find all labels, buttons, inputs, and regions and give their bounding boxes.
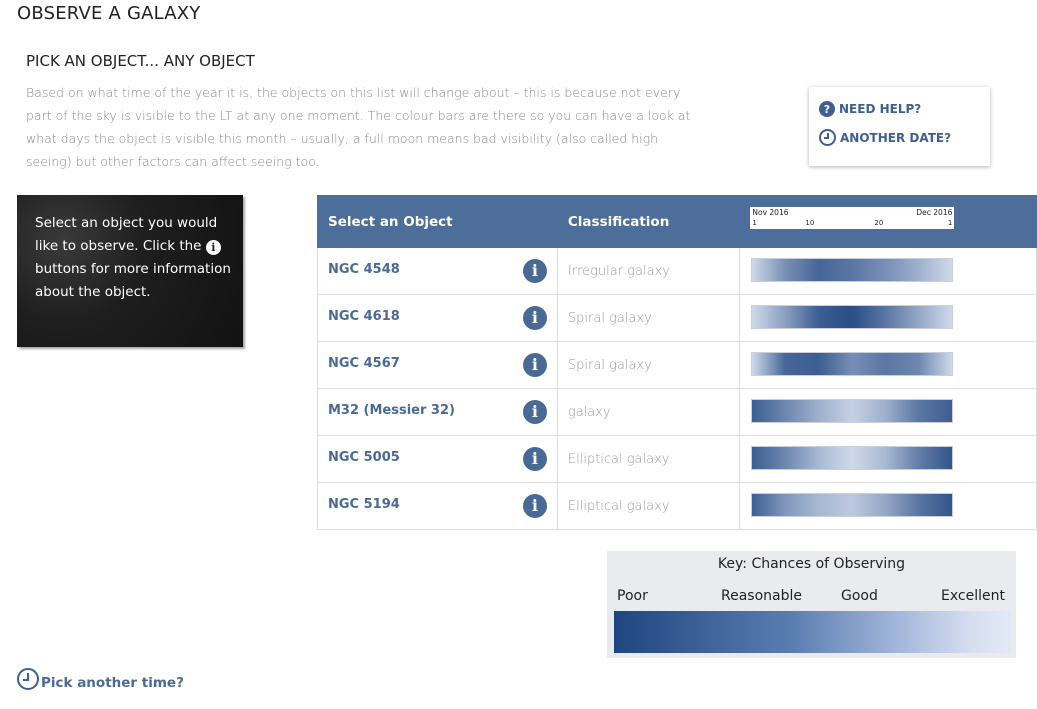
objects-table: Select an Object Classification Nov 2016… <box>317 195 1037 530</box>
info-icon: i <box>205 240 221 255</box>
object-cell[interactable]: NGC 4618 i <box>317 294 558 342</box>
object-cell[interactable]: NGC 5194 i <box>317 482 558 530</box>
info-icon[interactable]: i <box>522 447 547 471</box>
need-help-link[interactable]: ? NEED HELP? <box>819 101 921 117</box>
instructions-text-after: buttons for more information about the o… <box>35 261 231 300</box>
classification-cell: Elliptical galaxy <box>556 482 741 530</box>
key-label-excellent: Excellent <box>941 588 1005 604</box>
object-cell[interactable]: NGC 4548 i <box>317 247 558 295</box>
header-calendar: Nov 2016 Dec 2016 1 10 20 1 <box>739 195 1037 248</box>
object-name[interactable]: M32 (Messier 32) <box>328 403 455 418</box>
table-row[interactable]: M32 (Messier 32) i galaxy <box>317 388 1037 436</box>
question-icon: ? <box>819 101 835 117</box>
calendar-tick: 20 <box>874 219 884 227</box>
key-panel: Key: Chances of Observing Poor Reasonabl… <box>607 551 1016 658</box>
info-icon[interactable]: i <box>522 353 547 377</box>
object-cell[interactable]: NGC 4567 i <box>317 341 558 389</box>
header-select-object: Select an Object <box>317 195 558 248</box>
key-label-poor: Poor <box>617 588 648 604</box>
another-date-link[interactable]: ANOTHER DATE? <box>819 129 951 146</box>
calendar-end-label: Dec 2016 <box>916 208 953 217</box>
visibility-bar <box>751 493 954 517</box>
table-row[interactable]: NGC 4618 i Spiral galaxy <box>317 294 1037 342</box>
calendar-tick: 1 <box>947 219 953 227</box>
table-header-row: Select an Object Classification Nov 2016… <box>317 195 1037 248</box>
calendar-tick: 10 <box>805 219 815 227</box>
object-cell[interactable]: M32 (Messier 32) i <box>317 388 558 436</box>
calendar-start-label: Nov 2016 <box>752 208 789 217</box>
key-label-reasonable: Reasonable <box>721 588 802 604</box>
header-classification: Classification <box>556 195 741 248</box>
visibility-cell <box>739 247 1037 295</box>
help-box: ? NEED HELP? ANOTHER DATE? <box>809 87 990 166</box>
object-name[interactable]: NGC 4618 <box>328 309 400 324</box>
visibility-bar <box>751 305 954 329</box>
visibility-bar <box>751 399 954 423</box>
visibility-bar <box>751 446 954 470</box>
table-row[interactable]: NGC 5194 i Elliptical galaxy <box>317 482 1037 530</box>
clock-icon <box>819 129 836 146</box>
object-name[interactable]: NGC 4567 <box>328 356 400 371</box>
info-icon[interactable]: i <box>522 259 547 283</box>
another-date-label: ANOTHER DATE? <box>840 130 952 145</box>
calendar-scale: Nov 2016 Dec 2016 1 10 20 1 <box>750 207 955 229</box>
section-title: PICK AN OBJECT... ANY OBJECT <box>26 52 255 70</box>
visibility-bar <box>751 258 954 282</box>
classification-cell: Irregular galaxy <box>556 247 741 295</box>
visibility-cell <box>739 341 1037 389</box>
intro-text: Based on what time of the year it is, th… <box>26 85 691 169</box>
key-gradient <box>614 611 1011 653</box>
object-cell[interactable]: NGC 5005 i <box>317 435 558 483</box>
instructions-text-before: Select an object you would like to obser… <box>35 215 218 254</box>
object-name[interactable]: NGC 5194 <box>328 497 400 512</box>
classification-cell: galaxy <box>556 388 741 436</box>
calendar-tick: 1 <box>752 219 757 227</box>
visibility-cell <box>739 482 1037 530</box>
clock-icon <box>17 668 39 690</box>
visibility-bar <box>751 352 954 376</box>
info-icon[interactable]: i <box>522 306 547 330</box>
info-icon[interactable]: i <box>522 400 547 424</box>
table-row[interactable]: NGC 4548 i Irregular galaxy <box>317 247 1037 295</box>
need-help-label: NEED HELP? <box>839 102 922 116</box>
object-name[interactable]: NGC 4548 <box>328 262 400 277</box>
classification-cell: Spiral galaxy <box>556 294 741 342</box>
pick-another-time-link[interactable]: Pick another time? <box>17 667 184 691</box>
visibility-cell <box>739 388 1037 436</box>
table-row[interactable]: NGC 4567 i Spiral galaxy <box>317 341 1037 389</box>
key-label-good: Good <box>841 588 878 604</box>
visibility-cell <box>739 435 1037 483</box>
table-row[interactable]: NGC 5005 i Elliptical galaxy <box>317 435 1037 483</box>
classification-cell: Spiral galaxy <box>556 341 741 389</box>
instructions-text: Select an object you would like to obser… <box>35 212 235 304</box>
visibility-cell <box>739 294 1037 342</box>
object-name[interactable]: NGC 5005 <box>328 450 400 465</box>
info-icon[interactable]: i <box>522 494 547 518</box>
pick-another-time-label[interactable]: Pick another time? <box>41 675 184 691</box>
instructions-panel: Select an object you would like to obser… <box>17 195 243 347</box>
key-title: Key: Chances of Observing <box>717 556 906 572</box>
page-title: OBSERVE A GALAXY <box>17 3 201 24</box>
classification-cell: Elliptical galaxy <box>556 435 741 483</box>
